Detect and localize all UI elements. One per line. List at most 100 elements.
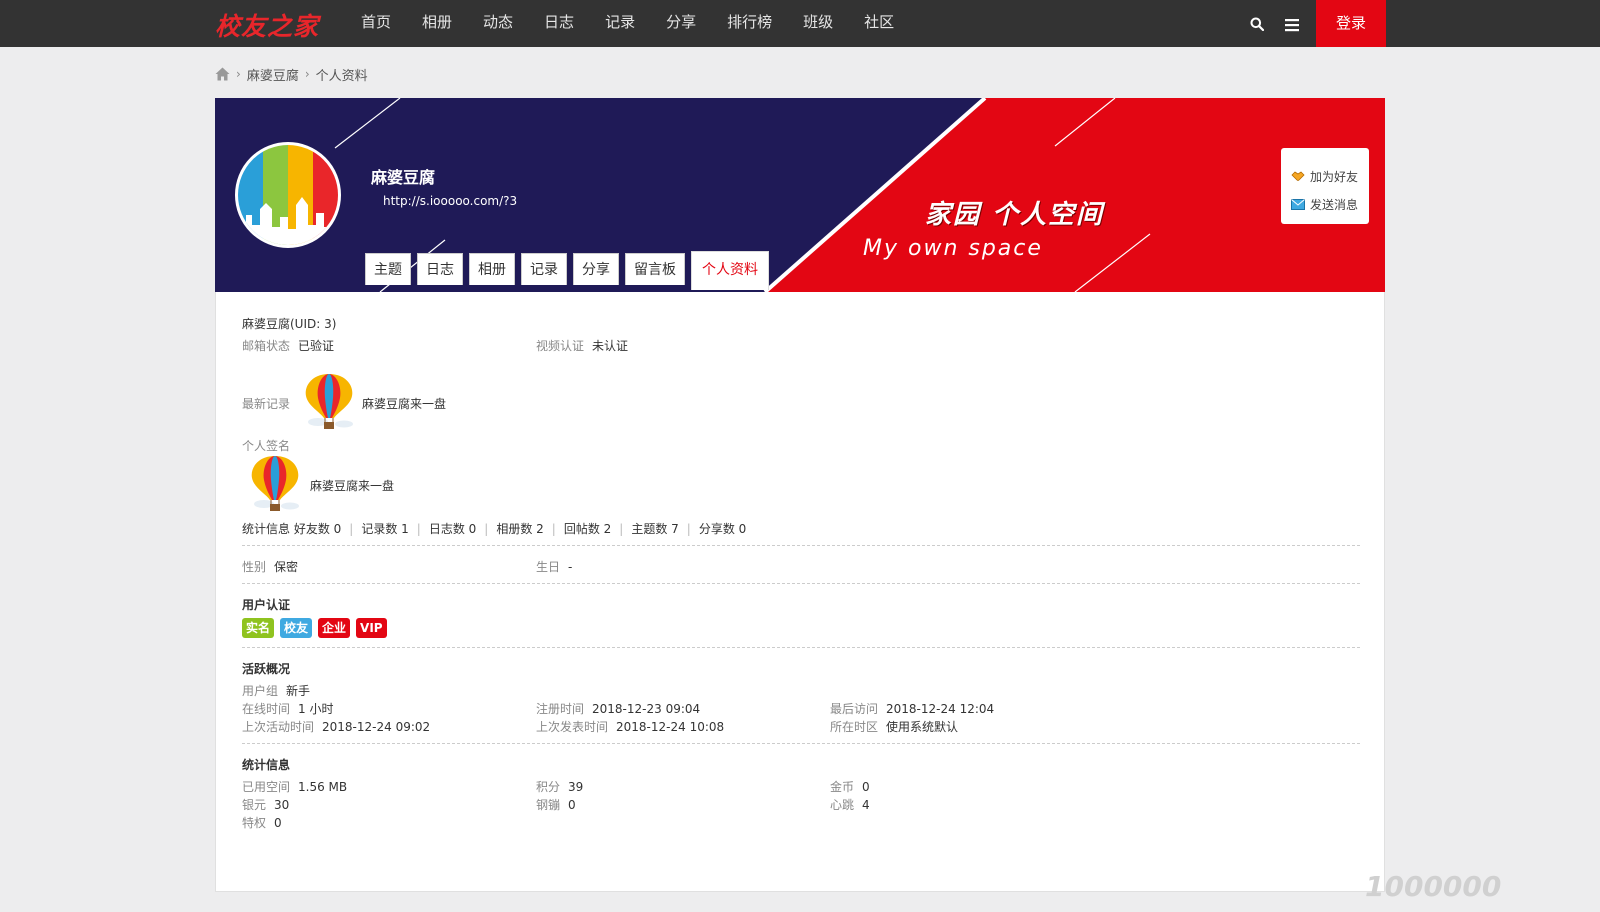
main-nav: 首页 相册 动态 日志 记录 分享 排行榜 班级 社区 [361, 0, 925, 47]
send-message-label: 发送消息 [1310, 197, 1359, 212]
timezone-label: 所在时区 [830, 720, 879, 734]
menu-icon[interactable] [1285, 18, 1299, 32]
gender-label: 性别 [242, 560, 267, 574]
profile-banner: 麻婆豆腐 http://s.iooooo.com/?3 主题 日志 相册 记录 … [215, 98, 1385, 292]
birthday-label: 生日 [536, 560, 561, 574]
stat-separator: | [484, 522, 489, 536]
breadcrumb-separator-icon: › [304, 67, 310, 81]
heartbeat-value: 4 [862, 798, 870, 812]
stat-separator: | [686, 522, 691, 536]
privilege: 特权 0 [242, 814, 282, 831]
nav-item-home[interactable]: 首页 [361, 0, 391, 47]
profile-name: 麻婆豆腐 [371, 168, 436, 187]
usergroup-value[interactable]: 新手 [286, 684, 310, 698]
last-active-label: 上次活动时间 [242, 720, 315, 734]
tab-guestbook[interactable]: 留言板 [625, 253, 685, 285]
nav-item-share[interactable]: 分享 [666, 0, 696, 47]
timezone-value: 使用系统默认 [886, 720, 959, 734]
last-active-value: 2018-12-24 09:02 [322, 720, 431, 734]
tab-topics[interactable]: 主题 [365, 253, 411, 285]
profile-tabs: 主题 日志 相册 记录 分享 留言板 个人资料 [365, 251, 775, 290]
badge-real-name[interactable]: 实名 [242, 618, 275, 638]
divider [242, 583, 1360, 584]
certification-badges: 实名 校友 企业 VIP [242, 618, 393, 638]
last-visit: 最后访问 2018-12-24 12:04 [830, 700, 994, 717]
breadcrumb-current: 个人资料 [315, 68, 368, 84]
tab-records[interactable]: 记录 [521, 253, 567, 285]
gender: 性别 保密 [242, 558, 298, 575]
privilege-value: 0 [274, 816, 282, 830]
stat-topics[interactable]: 主题数 7 [631, 522, 678, 536]
video-verification-value: 未认证 [592, 339, 629, 353]
watermark-logo: 1000000 [1365, 870, 1502, 903]
avatar[interactable] [235, 142, 341, 248]
badge-enterprise[interactable]: 企业 [318, 618, 351, 638]
add-friend-button[interactable]: 加为好友 [1291, 162, 1369, 190]
latest-record-value[interactable]: 麻婆豆腐来一盘 [362, 395, 446, 412]
stat-separator: | [416, 522, 421, 536]
heartbeat: 心跳 4 [830, 796, 870, 813]
divider [242, 743, 1360, 744]
tab-blog[interactable]: 日志 [417, 253, 463, 285]
nav-item-class[interactable]: 班级 [803, 0, 833, 47]
profile-url[interactable]: http://s.iooooo.com/?3 [383, 194, 517, 208]
register-time-label: 注册时间 [536, 702, 585, 716]
breadcrumb-user[interactable]: 麻婆豆腐 [247, 65, 299, 84]
site-logo[interactable]: 校友之家 [215, 7, 319, 43]
last-visit-value: 2018-12-24 12:04 [886, 702, 995, 716]
used-space-label: 已用空间 [242, 780, 291, 794]
points: 积分 39 [536, 778, 583, 795]
badge-vip[interactable]: VIP [356, 618, 387, 638]
tab-share[interactable]: 分享 [573, 253, 619, 285]
search-icon[interactable] [1250, 17, 1264, 31]
gold-label: 金币 [830, 780, 855, 794]
birthday: 生日 - [536, 558, 572, 575]
name-uid: 麻婆豆腐(UID: 3) [242, 317, 337, 331]
silver-label: 银元 [242, 798, 267, 812]
privilege-label: 特权 [242, 816, 267, 830]
stat-blogs[interactable]: 日志数 0 [429, 522, 476, 536]
timezone: 所在时区 使用系统默认 [830, 718, 958, 735]
breadcrumb-separator-icon: › [236, 67, 241, 81]
nav-item-ranking[interactable]: 排行榜 [727, 0, 772, 47]
hot-air-balloon-icon [305, 374, 353, 429]
stat-replies[interactable]: 回帖数 2 [564, 522, 611, 536]
profile-actions: 加为好友 发送消息 [1281, 148, 1369, 224]
tab-profile[interactable]: 个人资料 [691, 251, 769, 290]
online-time-label: 在线时间 [242, 702, 291, 716]
user-certification-title: 用户认证 [242, 598, 291, 612]
nav-item-album[interactable]: 相册 [422, 0, 452, 47]
banner-slogan-en: My own space [863, 236, 1043, 261]
steel-value: 0 [568, 798, 576, 812]
email-status-value: 已验证 [298, 339, 335, 353]
steel: 钢镚 0 [536, 796, 576, 813]
heartbeat-label: 心跳 [830, 798, 855, 812]
badge-alumni[interactable]: 校友 [280, 618, 313, 638]
nav-item-record[interactable]: 记录 [605, 0, 635, 47]
usergroup: 用户组 新手 [242, 682, 310, 699]
stat-records[interactable]: 记录数 1 [361, 522, 408, 536]
last-visit-label: 最后访问 [830, 702, 879, 716]
send-message-button[interactable]: 发送消息 [1291, 190, 1369, 218]
stat-separator: | [349, 522, 354, 536]
stat-friends[interactable]: 好友数 0 [294, 522, 341, 536]
last-active: 上次活动时间 2018-12-24 09:02 [242, 718, 430, 735]
video-verification: 视频认证 未认证 [536, 337, 628, 354]
envelope-icon [1291, 198, 1305, 210]
tab-album[interactable]: 相册 [469, 253, 515, 285]
steel-label: 钢镚 [536, 798, 561, 812]
email-status-label: 邮箱状态 [242, 339, 291, 353]
home-icon[interactable] [215, 67, 230, 81]
rainbow-avatar-icon [238, 145, 338, 245]
nav-item-blog[interactable]: 日志 [544, 0, 574, 47]
nav-item-feed[interactable]: 动态 [483, 0, 513, 47]
nav-item-community[interactable]: 社区 [864, 0, 894, 47]
birthday-value: - [568, 560, 573, 574]
latest-record-label: 最新记录 [242, 397, 291, 411]
stat-albums[interactable]: 相册数 2 [496, 522, 543, 536]
used-space: 已用空间 1.56 MB [242, 778, 347, 795]
points-label: 积分 [536, 780, 561, 794]
login-button[interactable]: 登录 [1316, 0, 1386, 47]
stat-shares[interactable]: 分享数 0 [699, 522, 746, 536]
silver: 银元 30 [242, 796, 289, 813]
